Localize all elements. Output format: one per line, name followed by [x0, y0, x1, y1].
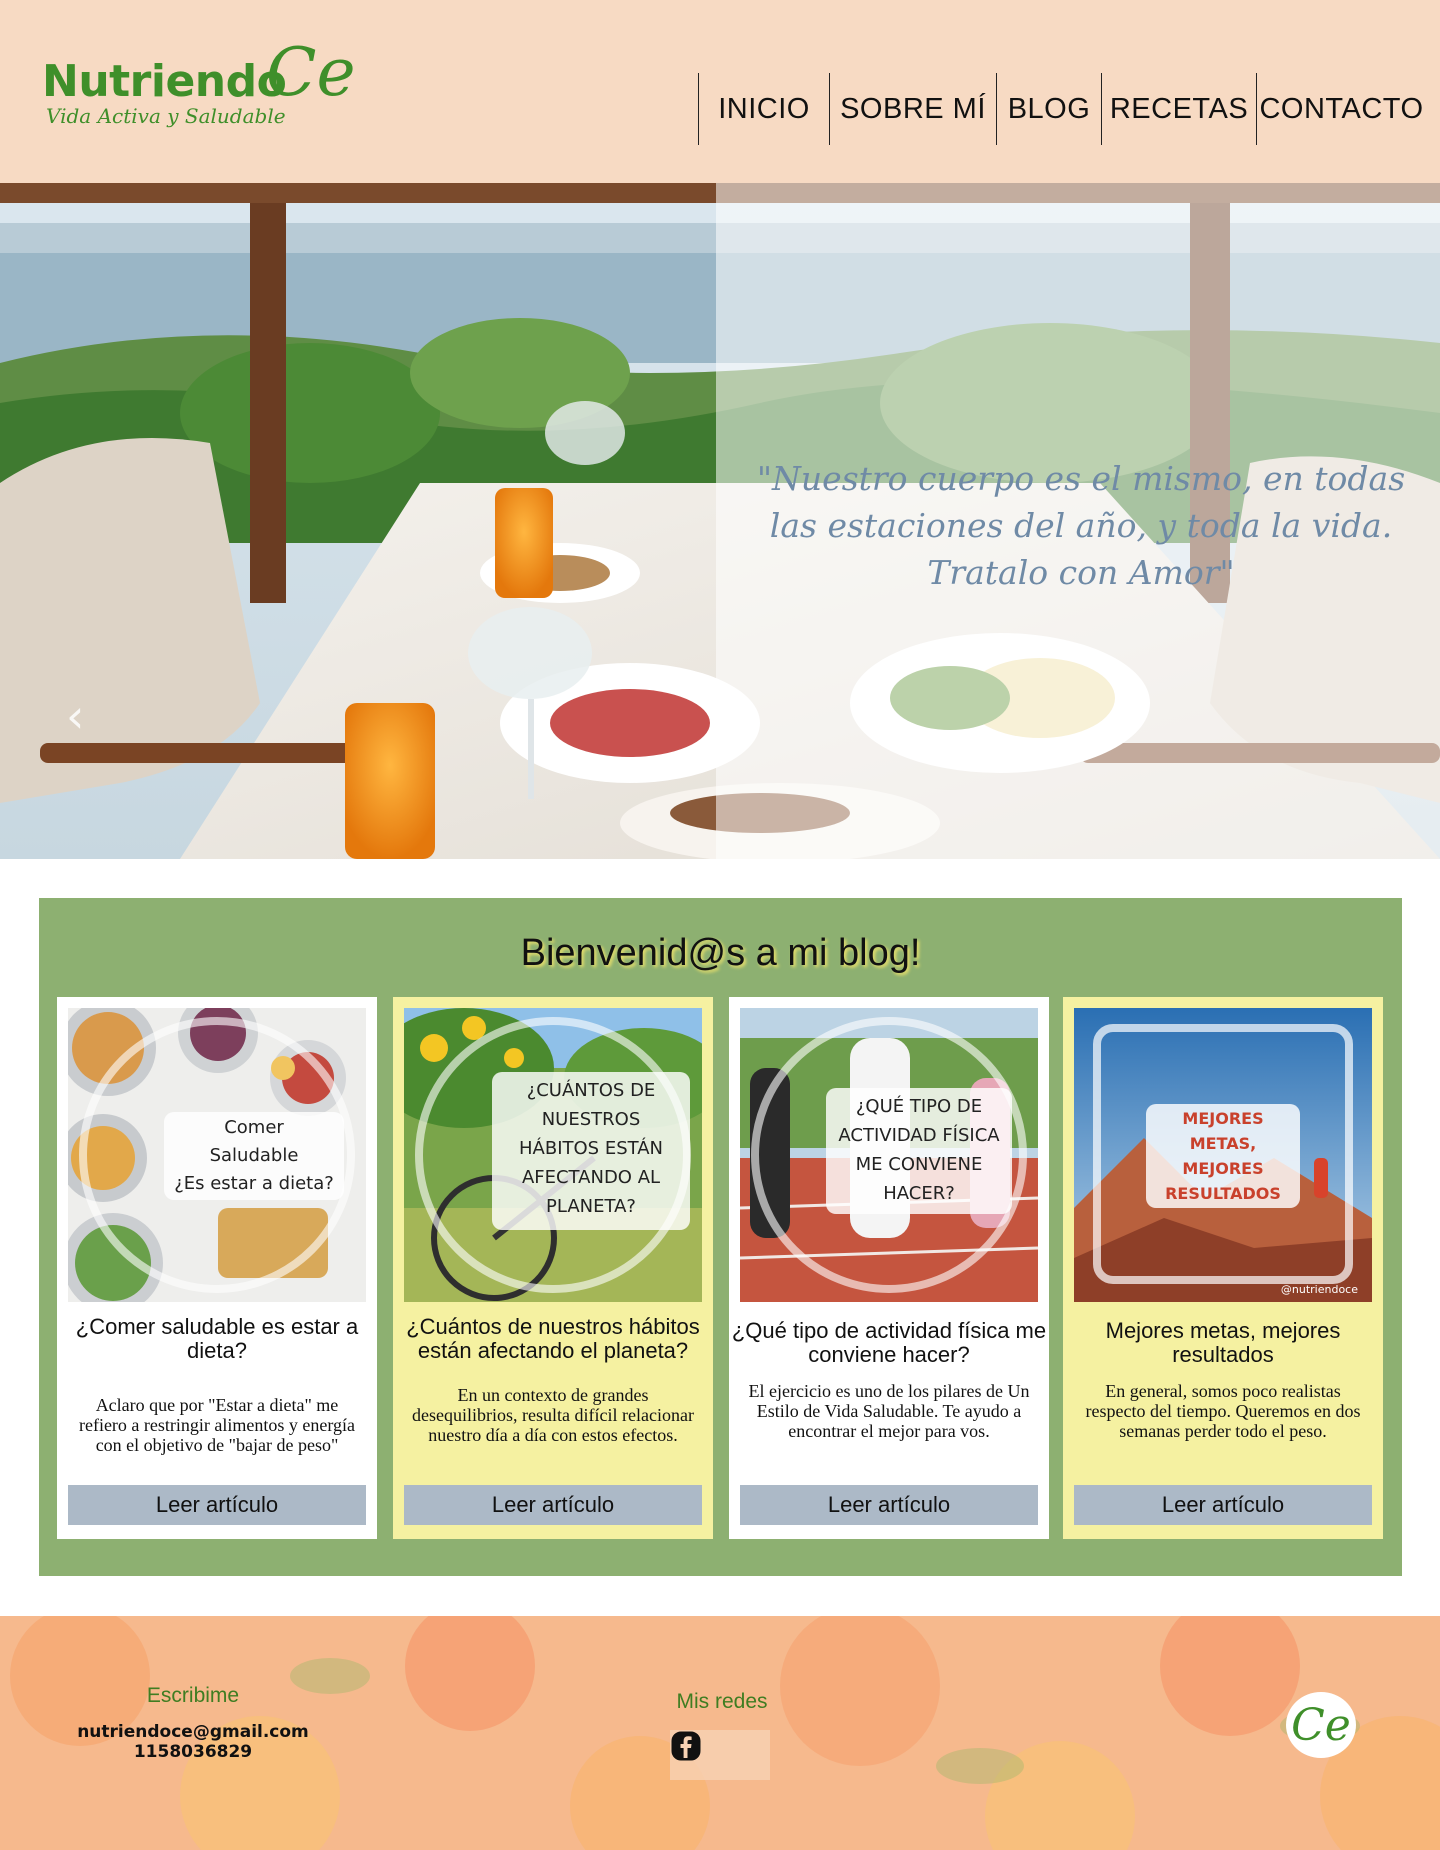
- card-excerpt: En un contexto de grandes desequilibrios…: [412, 1385, 694, 1445]
- label-line: HÁBITOS ESTÁN: [519, 1138, 663, 1159]
- nav-inicio[interactable]: INICIO: [698, 73, 829, 145]
- label-line: Saludable: [209, 1145, 299, 1166]
- label-line: PLANETA?: [546, 1196, 636, 1217]
- hero-slider: "Nuestro cuerpo es el mismo, en todas la…: [0, 183, 1440, 859]
- read-article-button[interactable]: Leer artículo: [1074, 1485, 1372, 1525]
- label-line: ACTIVIDAD FÍSICA: [838, 1125, 1000, 1146]
- label-line: METAS,: [1189, 1134, 1257, 1153]
- main-nav: INICIO SOBRE MÍ BLOG RECETAS CONTACTO: [698, 73, 1426, 145]
- label-line: MEJORES: [1182, 1109, 1264, 1128]
- site-footer: Escribime nutriendoce@gmail.com 11580368…: [0, 1616, 1440, 1850]
- label-line: ME CONVIENE: [855, 1154, 983, 1175]
- logo-name: Nutriendo: [42, 56, 287, 107]
- label-line: RESULTADOS: [1165, 1184, 1281, 1203]
- site-logo[interactable]: Nutriendo Ce Vida Activa y Saludable: [42, 34, 356, 140]
- image-handle: @nutriendoce: [1280, 1283, 1358, 1296]
- card-excerpt: El ejercicio es uno de los pilares de Un…: [748, 1381, 1030, 1441]
- card-image[interactable]: ¿CUÁNTOS DE NUESTROS HÁBITOS ESTÁN AFECT…: [404, 1008, 702, 1302]
- read-article-button[interactable]: Leer artículo: [740, 1485, 1038, 1525]
- card-image[interactable]: ¿QUÉ TIPO DE ACTIVIDAD FÍSICA ME CONVIEN…: [740, 1008, 1038, 1302]
- label-line: ¿QUÉ TIPO DE: [855, 1096, 983, 1117]
- footer-logo[interactable]: Ce: [1286, 1692, 1356, 1758]
- blog-title: Bienvenid@s a mi blog!: [520, 932, 921, 974]
- label-line: NUESTROS: [541, 1109, 641, 1130]
- chevron-left-icon[interactable]: ‹: [66, 689, 84, 743]
- label-line: Comer: [224, 1117, 284, 1138]
- contact-phone[interactable]: 1158036829: [60, 1742, 326, 1762]
- blog-card-comer-saludable: Comer Saludable ¿Es estar a dieta? ¿Come…: [57, 997, 377, 1539]
- nav-sobre-mi[interactable]: SOBRE MÍ: [829, 73, 996, 145]
- contact-email[interactable]: nutriendoce@gmail.com: [60, 1722, 326, 1742]
- card-title[interactable]: ¿Comer saludable es estar a dieta?: [57, 1315, 377, 1363]
- blog-section: Bienvenid@s a mi blog! Comer Saludable ¿…: [39, 898, 1402, 1576]
- social-links: [670, 1730, 770, 1780]
- card-title[interactable]: Mejores metas, mejores resultados: [1063, 1319, 1383, 1367]
- card-image-label: ¿QUÉ TIPO DE ACTIVIDAD FÍSICA ME CONVIEN…: [826, 1088, 1012, 1214]
- card-title[interactable]: ¿Cuántos de nuestros hábitos están afect…: [393, 1315, 713, 1363]
- label-line: HACER?: [883, 1183, 955, 1204]
- label-line: MEJORES: [1182, 1159, 1264, 1178]
- hero-quote: "Nuestro cuerpo es el mismo, en todas la…: [756, 459, 1406, 592]
- nav-contacto[interactable]: CONTACTO: [1256, 73, 1426, 145]
- read-article-button[interactable]: Leer artículo: [404, 1485, 702, 1525]
- card-image-label: Comer Saludable ¿Es estar a dieta?: [164, 1112, 344, 1200]
- logo-mark: Ce: [266, 34, 356, 111]
- contact-title: Escribime: [146, 1684, 240, 1707]
- card-image[interactable]: MEJORES METAS, MEJORES RESULTADOS @nutri…: [1074, 1008, 1372, 1302]
- read-article-button[interactable]: Leer artículo: [68, 1485, 366, 1525]
- label-line: ¿Es estar a dieta?: [174, 1173, 334, 1194]
- card-excerpt: Aclaro que por "Estar a dieta" me refier…: [78, 1395, 356, 1455]
- blog-card-mejores-metas: MEJORES METAS, MEJORES RESULTADOS @nutri…: [1063, 997, 1383, 1539]
- logo-tagline: Vida Activa y Saludable: [46, 104, 286, 128]
- social-title: Mis redes: [676, 1690, 768, 1713]
- blog-card-habitos-planeta: ¿CUÁNTOS DE NUESTROS HÁBITOS ESTÁN AFECT…: [393, 997, 713, 1539]
- label-line: AFECTANDO AL: [521, 1167, 661, 1188]
- nav-blog[interactable]: BLOG: [996, 73, 1101, 145]
- card-excerpt: En general, somos poco realistas respect…: [1085, 1381, 1361, 1441]
- label-line: ¿CUÁNTOS DE: [526, 1080, 656, 1101]
- card-image[interactable]: Comer Saludable ¿Es estar a dieta?: [68, 1008, 366, 1302]
- nav-recetas[interactable]: RECETAS: [1101, 73, 1256, 145]
- card-image-label: MEJORES METAS, MEJORES RESULTADOS: [1146, 1104, 1300, 1208]
- blog-card-actividad-fisica: ¿QUÉ TIPO DE ACTIVIDAD FÍSICA ME CONVIEN…: [729, 997, 1049, 1539]
- card-image-label: ¿CUÁNTOS DE NUESTROS HÁBITOS ESTÁN AFECT…: [492, 1072, 690, 1230]
- card-title[interactable]: ¿Qué tipo de actividad física me convien…: [729, 1319, 1049, 1367]
- site-header: Nutriendo Ce Vida Activa y Saludable INI…: [0, 0, 1440, 183]
